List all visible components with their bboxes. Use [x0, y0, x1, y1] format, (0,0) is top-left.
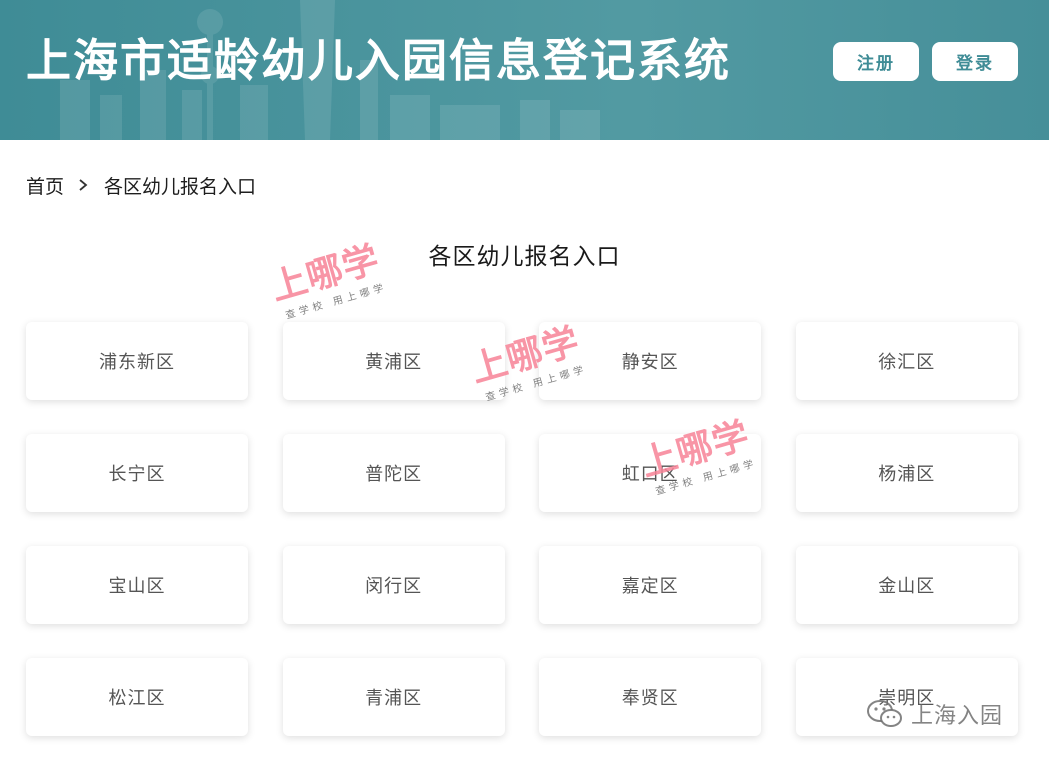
district-card[interactable]: 金山区: [795, 546, 1018, 624]
brand-overlay: 上海入园: [865, 698, 1003, 730]
district-card[interactable]: 普陀区: [282, 434, 505, 512]
chevron-right-icon: [78, 178, 88, 192]
district-grid: 浦东新区 黄浦区 静安区 徐汇区 长宁区 普陀区 虹口区 杨浦区 宝山区 闵行区…: [26, 322, 1018, 736]
watermark-slogan: 查学校 用上哪学: [284, 282, 389, 322]
district-card[interactable]: 虹口区: [539, 434, 762, 512]
district-card[interactable]: 浦东新区: [26, 322, 248, 400]
wechat-icon: [867, 700, 902, 727]
page-title: 上海市适龄幼儿入园信息登记系统: [26, 34, 732, 87]
district-card[interactable]: 松江区: [26, 658, 248, 736]
login-button[interactable]: 登录: [932, 42, 1018, 81]
breadcrumb: 首页 各区幼儿报名入口: [26, 172, 256, 198]
register-button[interactable]: 注册: [833, 42, 919, 81]
district-card[interactable]: 长宁区: [26, 434, 248, 512]
district-card[interactable]: 宝山区: [26, 546, 248, 624]
district-card[interactable]: 静安区: [539, 322, 762, 400]
breadcrumb-home-link[interactable]: 首页: [26, 172, 64, 199]
district-card[interactable]: 奉贤区: [539, 658, 762, 736]
district-card[interactable]: 杨浦区: [795, 434, 1018, 512]
brand-text: 上海入园: [911, 704, 1004, 729]
section-title: 各区幼儿报名入口: [428, 244, 621, 270]
district-card[interactable]: 青浦区: [282, 658, 505, 736]
breadcrumb-current: 各区幼儿报名入口: [104, 175, 257, 198]
header-banner: 上海市适龄幼儿入园信息登记系统 注册 登录: [0, 0, 1049, 140]
district-card[interactable]: 徐汇区: [795, 322, 1018, 400]
district-card[interactable]: 嘉定区: [539, 546, 762, 624]
district-card[interactable]: 黄浦区: [282, 322, 505, 400]
district-card[interactable]: 闵行区: [282, 546, 505, 624]
